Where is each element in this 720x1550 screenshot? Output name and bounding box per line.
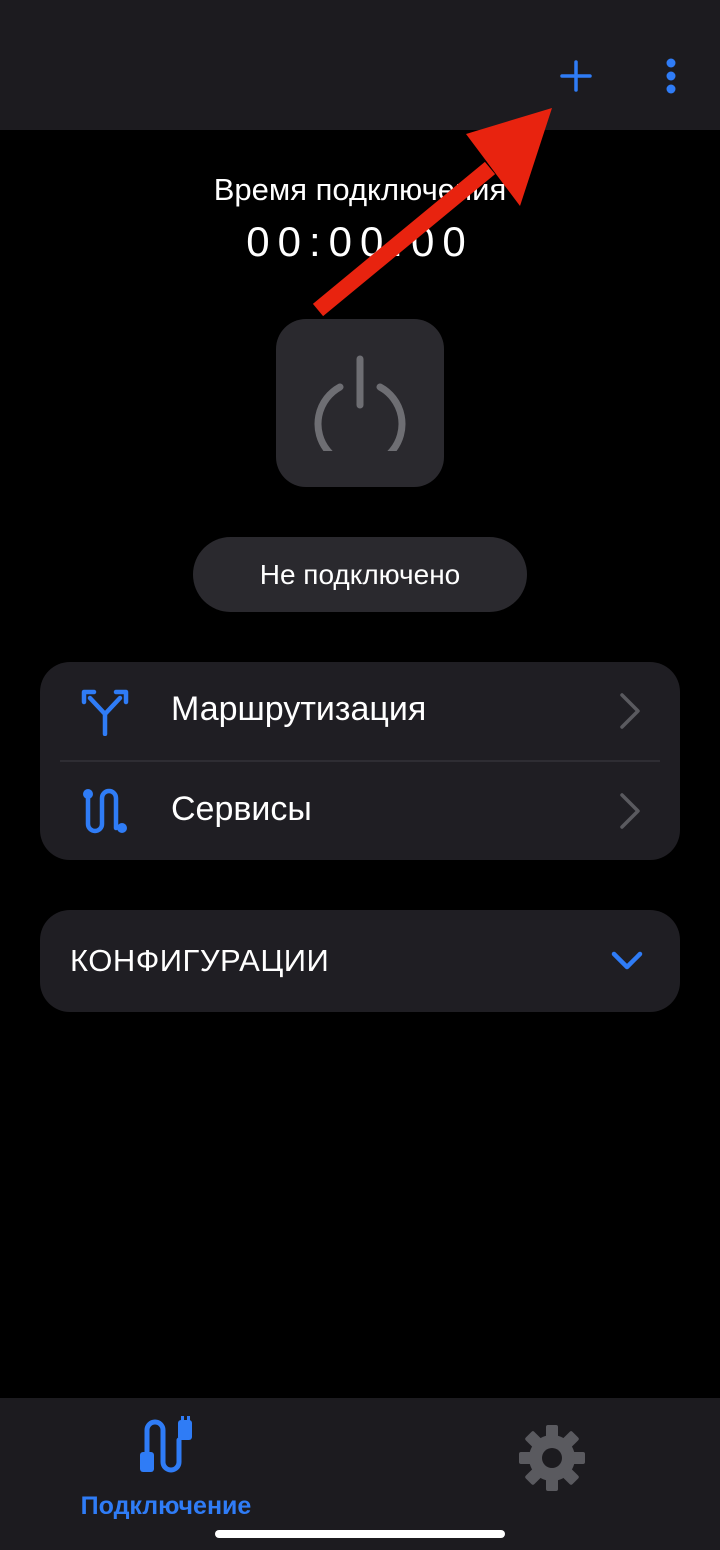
- bottom-navigation: Подключение: [0, 1398, 720, 1550]
- add-button[interactable]: [546, 46, 606, 106]
- nav-item-connection[interactable]: Подключение: [56, 1412, 276, 1520]
- nav-item-connection-label: Подключение: [80, 1492, 252, 1520]
- plug-icon: [140, 1416, 192, 1473]
- menu-item-routing-label: Маршрутизация: [171, 690, 427, 728]
- more-vertical-icon: [666, 58, 676, 94]
- connection-time-value: 00:00.00: [246, 218, 474, 265]
- menu-item-services-label: Сервисы: [171, 790, 312, 828]
- menu-item-services[interactable]: Сервисы: [40, 762, 680, 860]
- plus-icon: [560, 60, 592, 92]
- chevron-right-icon: [620, 793, 640, 829]
- power-icon: [314, 355, 406, 451]
- chevron-right-icon: [620, 693, 640, 729]
- menu-item-routing[interactable]: Маршрутизация: [40, 662, 680, 760]
- connection-status-badge: Не подключено: [193, 537, 527, 612]
- gear-icon: [519, 1425, 585, 1491]
- chevron-down-icon: [611, 951, 643, 970]
- home-indicator[interactable]: [215, 1530, 505, 1538]
- routing-split-icon: [81, 689, 129, 736]
- configurations-label: КОНФИГУРАЦИИ: [70, 943, 330, 978]
- connection-time-label: Время подключения: [213, 172, 507, 207]
- nav-item-settings[interactable]: [510, 1422, 594, 1498]
- power-button[interactable]: [276, 319, 444, 487]
- services-path-icon: [83, 788, 127, 834]
- more-options-button[interactable]: [648, 46, 694, 106]
- settings-menu-card: Маршрутизация Сервисы: [40, 662, 680, 860]
- top-app-bar: [0, 0, 720, 130]
- configurations-dropdown[interactable]: КОНФИГУРАЦИИ: [40, 910, 680, 1012]
